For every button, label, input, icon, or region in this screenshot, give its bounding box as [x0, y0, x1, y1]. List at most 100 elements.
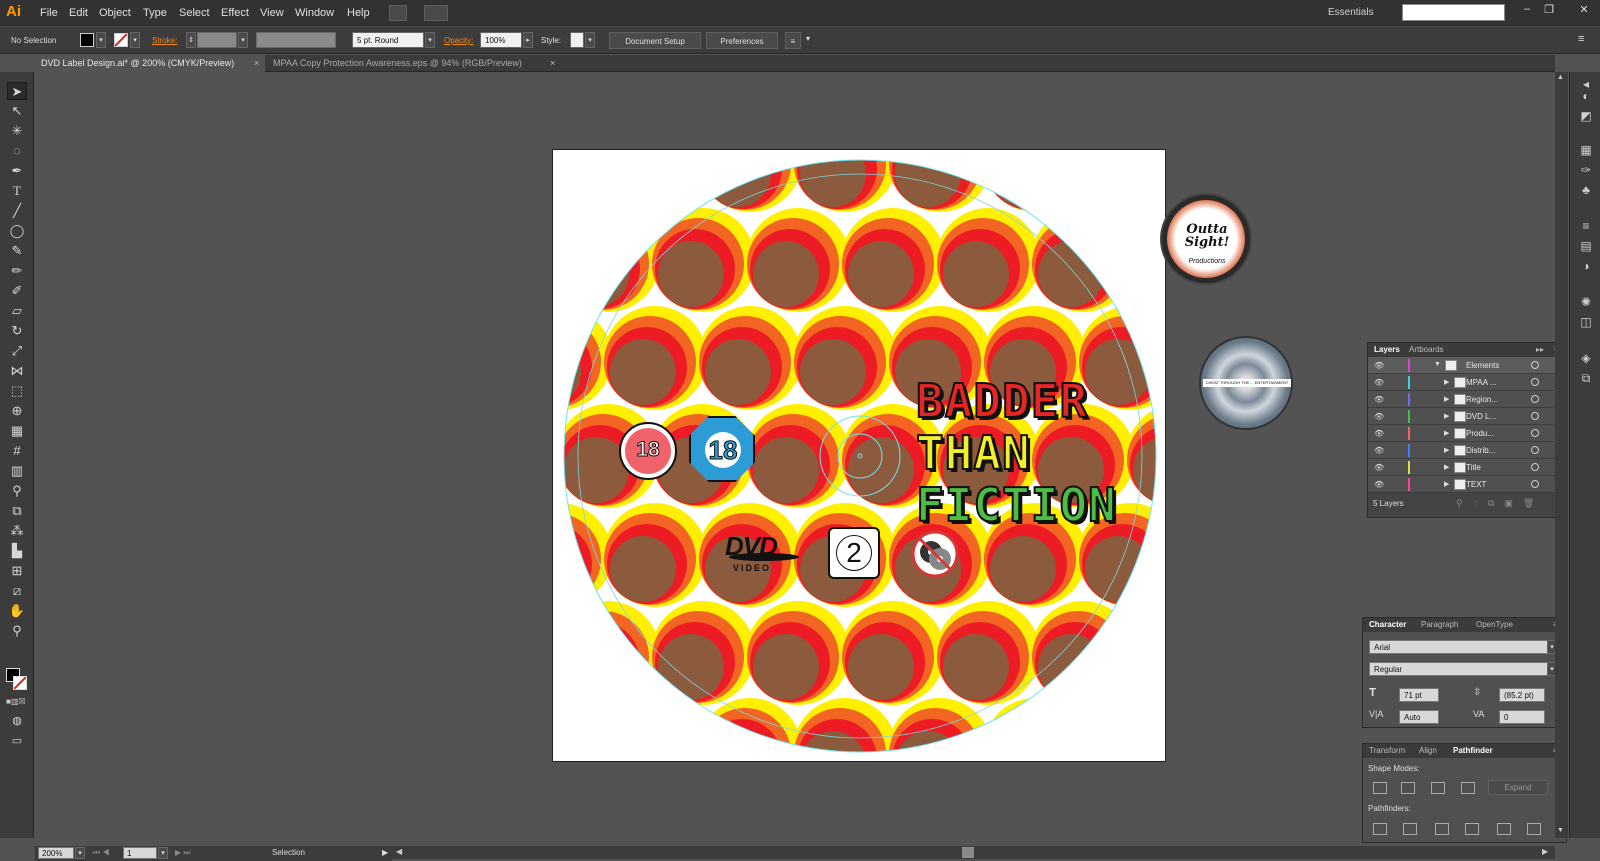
stroke-weight-dropdown[interactable]: ▾	[238, 32, 248, 48]
stroke-swatch[interactable]	[114, 33, 128, 47]
opacity-label[interactable]: Opacity:	[444, 36, 473, 45]
rating-badge-red[interactable]: 18	[619, 422, 677, 480]
artboard[interactable]: BADDER THAN FICTION 18 18 DVD VIDEO 2	[552, 149, 1166, 762]
expand-right-icon[interactable]: ▶	[1444, 378, 1449, 386]
target-icon[interactable]	[1531, 446, 1539, 454]
target-icon[interactable]	[1531, 480, 1539, 488]
close-tab-icon[interactable]: ×	[550, 58, 555, 68]
layers-icon[interactable]: ◈	[1577, 350, 1595, 366]
zoom-tool-icon[interactable]: ⚲	[7, 622, 27, 640]
visibility-eye-icon[interactable]: 👁	[1374, 361, 1384, 370]
expand-right-icon[interactable]: ▶	[1444, 395, 1449, 403]
distributor-logo[interactable]: CHEAT THROUGH THE ... ENTERTAINMENT	[1199, 336, 1293, 430]
appearance-icon[interactable]: ✺	[1577, 294, 1595, 310]
color-guide-icon[interactable]: ◩	[1577, 108, 1595, 124]
type-tool-icon[interactable]: T	[7, 182, 27, 200]
tab-mpaa[interactable]: MPAA Copy Protection Awareness.eps @ 94%…	[267, 55, 597, 72]
visibility-eye-icon[interactable]: 👁	[1374, 446, 1384, 455]
search-input[interactable]	[1402, 4, 1505, 21]
minimize-icon[interactable]: –	[1518, 3, 1536, 17]
symbols-icon[interactable]: ♣	[1577, 182, 1595, 198]
horizontal-scrollbar[interactable]: ◀ ▶	[392, 846, 1555, 859]
scroll-right-icon[interactable]: ▶	[1542, 847, 1548, 856]
vertical-scrollbar[interactable]: ▲ ▼	[1555, 72, 1568, 838]
gradient-tool-icon[interactable]: ▥	[7, 462, 27, 480]
eraser-tool-icon[interactable]: ▱	[7, 302, 27, 320]
shape-builder-tool-icon[interactable]: ⊕	[7, 402, 27, 420]
layer-row[interactable]: 👁 ▶ Produ...	[1368, 425, 1558, 442]
artboard-tool-icon[interactable]: ⊞	[7, 562, 27, 580]
pen-tool-icon[interactable]: ✒	[7, 162, 27, 180]
opacity-dropdown[interactable]: ▸	[523, 32, 533, 48]
screen-mode-icon[interactable]: ▭	[7, 732, 27, 750]
expand-right-icon[interactable]: ▶	[1444, 480, 1449, 488]
fill-dropdown[interactable]: ▾	[96, 32, 106, 48]
region-2-badge[interactable]: 2	[828, 527, 880, 579]
merge-icon[interactable]	[1435, 823, 1449, 835]
layer-row[interactable]: 👁 ▶ Title	[1368, 459, 1558, 476]
layer-row[interactable]: 👁 ▶ Region...	[1368, 391, 1558, 408]
artboard-dropdown[interactable]: ▾	[158, 847, 168, 859]
brush-field[interactable]: 5 pt. Round	[352, 32, 424, 48]
style-dropdown[interactable]: ▾	[585, 32, 595, 48]
font-family-field[interactable]: Arial	[1369, 640, 1549, 654]
bridge-button[interactable]	[389, 5, 407, 21]
tab-layers[interactable]: Layers	[1374, 345, 1400, 354]
target-icon[interactable]	[1531, 361, 1539, 369]
tab-paragraph[interactable]: Paragraph	[1421, 620, 1458, 629]
layer-row[interactable]: 👁 ▶ MPAA ...	[1368, 374, 1558, 391]
gradient-icon[interactable]: ▤	[1577, 238, 1595, 254]
target-icon[interactable]	[1531, 412, 1539, 420]
tab-artboards[interactable]: Artboards	[1409, 345, 1444, 354]
production-logo[interactable]: Outta Sight! Productions	[1160, 193, 1252, 285]
expand-right-icon[interactable]: ▶	[1444, 412, 1449, 420]
column-graph-tool-icon[interactable]: ▙	[7, 542, 27, 560]
control-menu-icon[interactable]: ▾	[806, 34, 810, 43]
artboard-nav-prev-icons[interactable]: ⏮ ◀	[93, 848, 110, 858]
no-copy-icon[interactable]	[911, 530, 959, 578]
tracking-field[interactable]: 0	[1499, 710, 1545, 724]
rating-badge-blue[interactable]: 18	[689, 416, 755, 482]
scale-tool-icon[interactable]: ⤢	[7, 342, 27, 360]
expand-right-icon[interactable]: ▶	[1444, 429, 1449, 437]
title-block[interactable]: BADDER THAN FICTION	[915, 374, 1117, 532]
visibility-eye-icon[interactable]: 👁	[1374, 395, 1384, 404]
color-icon[interactable]: ◐	[1577, 88, 1595, 104]
status-menu-icon[interactable]: ▶	[382, 848, 388, 857]
menu-effect[interactable]: Effect	[221, 7, 249, 19]
direct-selection-tool-icon[interactable]: ↖	[7, 102, 27, 120]
menu-window[interactable]: Window	[295, 7, 334, 19]
visibility-eye-icon[interactable]: 👁	[1374, 412, 1384, 421]
symbol-sprayer-tool-icon[interactable]: ⁂	[7, 522, 27, 540]
menu-object[interactable]: Object	[99, 7, 131, 19]
line-tool-icon[interactable]: ╱	[7, 202, 27, 220]
layer-row[interactable]: 👁 ▶ DVD L...	[1368, 408, 1558, 425]
artboard-nav-next-icons[interactable]: ▶ ⏭	[175, 848, 191, 858]
stroke-label[interactable]: Stroke:	[152, 36, 177, 45]
stroke-icon[interactable]: ≡	[1577, 218, 1595, 234]
target-icon[interactable]	[1531, 463, 1539, 471]
blob-brush-tool-icon[interactable]: ✐	[7, 282, 27, 300]
layer-row[interactable]: 👁 ▼ Elements	[1368, 357, 1558, 374]
expand-down-icon[interactable]: ▼	[1434, 361, 1441, 368]
intersect-icon[interactable]	[1431, 782, 1445, 794]
scroll-left-icon[interactable]: ◀	[396, 847, 402, 856]
font-size-field[interactable]: 71 pt	[1399, 688, 1439, 702]
transparency-icon[interactable]: ◑	[1577, 258, 1595, 274]
swatches-icon[interactable]: ▦	[1577, 142, 1595, 158]
brushes-icon[interactable]: ✑	[1577, 162, 1595, 178]
document-setup-button[interactable]: Document Setup	[609, 32, 701, 49]
panel-menu-icon[interactable]: ≡	[1578, 33, 1584, 45]
expand-button[interactable]: Expand	[1488, 780, 1548, 795]
zoom-dropdown[interactable]: ▾	[75, 847, 85, 859]
stroke-color-icon[interactable]	[13, 676, 27, 690]
minus-back-icon[interactable]	[1527, 823, 1541, 835]
variable-width-field[interactable]	[256, 32, 336, 48]
divide-icon[interactable]	[1373, 823, 1387, 835]
unite-icon[interactable]	[1373, 782, 1387, 794]
workspace-switcher[interactable]: Essentials	[1328, 7, 1374, 18]
menu-file[interactable]: File	[40, 7, 58, 19]
preferences-button[interactable]: Preferences	[706, 32, 778, 49]
expand-right-icon[interactable]: ▶	[1444, 446, 1449, 454]
selection-tool-icon[interactable]: ➤	[7, 82, 27, 100]
